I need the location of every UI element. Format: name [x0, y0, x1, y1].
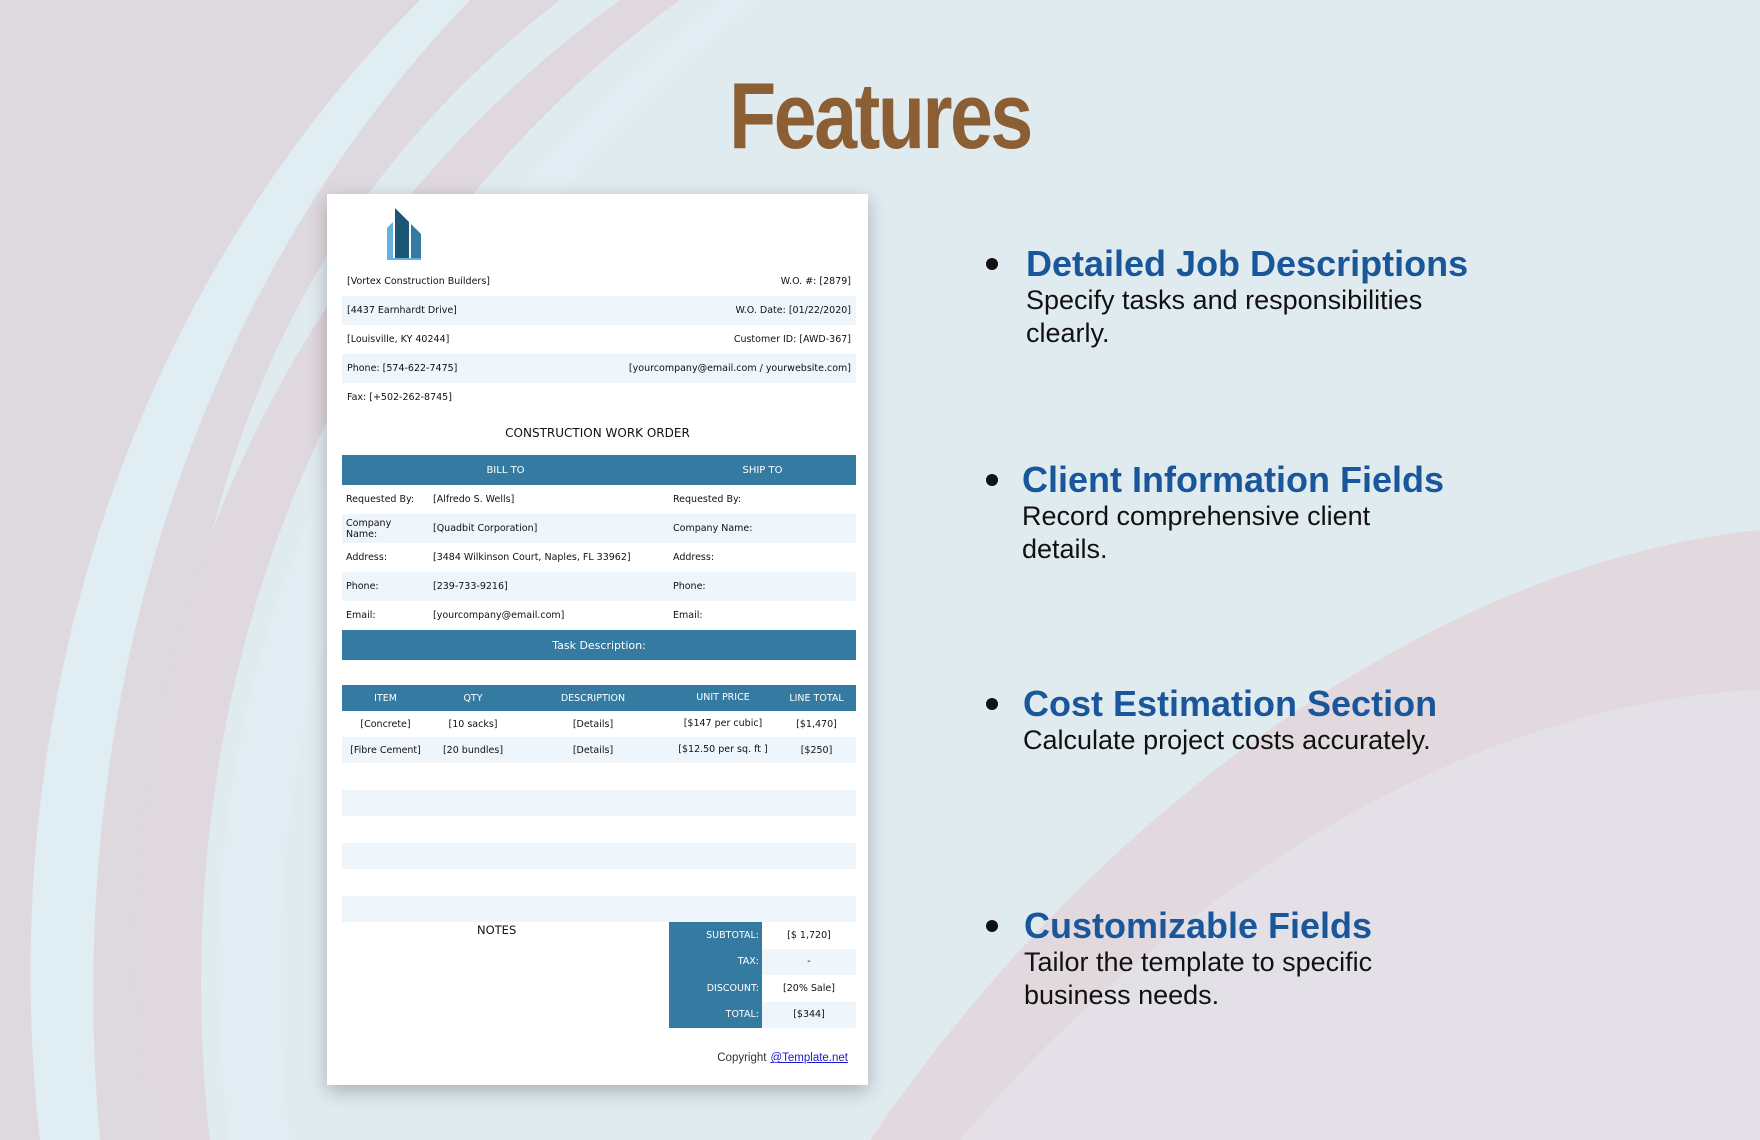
table-cell: [$1,470]	[796, 718, 837, 730]
feature-title: Customizable Fields	[1024, 905, 1373, 946]
totals-label: SUBTOTAL:	[669, 922, 762, 949]
company-street: [4437 Earnhardt Drive]	[347, 305, 457, 316]
column-header: QTY	[463, 692, 483, 704]
empty-table-row	[342, 896, 856, 922]
header-row: [Vortex Construction Builders] W.O. #: […	[342, 267, 856, 296]
feature-description: Calculate project costs accurately.	[1023, 725, 1431, 755]
info-value: [Alfredo S. Wells]	[433, 494, 515, 505]
table-row: [Fibre Cement] [20 bundles] [Details] [$…	[342, 737, 856, 763]
column-header: DESCRIPTION	[560, 692, 626, 704]
company-phone: Phone: [574-622-7475]	[347, 363, 458, 374]
ship-label: Address:	[673, 552, 715, 563]
table-cell: [$147 per cubic]	[683, 718, 763, 729]
ship-to-label: SHIP TO	[742, 464, 783, 476]
bullet-icon	[986, 698, 998, 710]
bullet-icon	[986, 474, 998, 486]
feature-item: Cost Estimation Section Calculate projec…	[986, 683, 1503, 757]
totals-row: DISCOUNT: [20% Sale]	[669, 975, 856, 1002]
info-row: Email: [yourcompany@email.com] Email:	[342, 601, 856, 630]
header-row: [Louisville, KY 40244] Customer ID: [AWD…	[342, 325, 856, 354]
feature-item: Detailed Job Descriptions Specify tasks …	[986, 243, 1469, 350]
info-value: [239-733-9216]	[433, 581, 508, 592]
totals-row: SUBTOTAL: [$ 1,720]	[669, 922, 856, 949]
column-header: ITEM	[374, 692, 397, 704]
task-description-header: Task Description:	[342, 630, 856, 660]
table-cell: [Details]	[572, 718, 614, 730]
copyright-label: Copyright	[717, 1052, 767, 1064]
company-fax: Fax: [+502-262-8745]	[347, 392, 452, 403]
info-row: Phone: [239-733-9216] Phone:	[342, 572, 856, 601]
template-net-link[interactable]: @Template.net	[770, 1052, 848, 1064]
info-row: Address: [3484 Wilkinson Court, Naples, …	[342, 543, 856, 572]
info-label: Company Name:	[346, 517, 392, 540]
work-order-document: [Vortex Construction Builders] W.O. #: […	[327, 194, 868, 1085]
totals-row: TOTAL: [$344]	[669, 1001, 856, 1028]
totals-value: [$344]	[762, 1001, 856, 1028]
header-row: Phone: [574-622-7475] [yourcompany@email…	[342, 354, 856, 383]
feature-item: Customizable Fields Tailor the template …	[986, 905, 1424, 1012]
customer-id: Customer ID: [AWD-367]	[733, 334, 851, 345]
empty-table-row	[342, 843, 856, 869]
table-cell: [10 sacks]	[448, 718, 498, 730]
feature-description: Record comprehensive client details.	[1022, 501, 1371, 564]
table-row: [Concrete] [10 sacks] [Details] [$147 pe…	[342, 711, 856, 737]
ship-label: Company Name:	[673, 523, 753, 534]
items-table-header: ITEM QTY DESCRIPTION UNIT PRICE LINE TOT…	[342, 685, 856, 711]
company-email-website: [yourcompany@email.com / yourwebsite.com…	[628, 363, 851, 374]
table-cell: [Fibre Cement]	[350, 744, 421, 756]
feature-description: Specify tasks and responsibilities clear…	[1026, 285, 1423, 348]
document-title: CONSTRUCTION WORK ORDER	[505, 426, 690, 440]
feature-item: Client Information Fields Record compreh…	[986, 459, 1452, 566]
table-cell: [$250]	[800, 744, 833, 756]
totals-value: -	[762, 948, 856, 975]
info-label: Phone:	[346, 581, 379, 592]
page-title: Features	[729, 63, 1033, 168]
totals-table: SUBTOTAL: [$ 1,720] TAX: - DISCOUNT: [20…	[669, 922, 856, 1028]
info-row: Requested By: [Alfredo S. Wells] Request…	[342, 485, 856, 514]
company-city: [Louisville, KY 40244]	[347, 334, 450, 345]
info-value: [yourcompany@email.com]	[433, 610, 565, 621]
ship-label: Email:	[673, 610, 703, 621]
table-cell: [20 bundles]	[442, 744, 504, 756]
feature-description: Tailor the template to specific business…	[1024, 947, 1373, 1010]
header-row: Fax: [+502-262-8745]	[342, 383, 856, 412]
totals-value: [20% Sale]	[783, 982, 835, 994]
empty-table-row	[342, 790, 856, 816]
bill-to-label: BILL TO	[486, 464, 525, 476]
feature-title: Cost Estimation Section	[1023, 683, 1438, 724]
totals-label: TAX:	[669, 948, 762, 975]
totals-label: DISCOUNT:	[669, 975, 762, 1002]
feature-title: Client Information Fields	[1022, 459, 1445, 500]
info-row: Company Name: [Quadbit Corporation] Comp…	[342, 514, 856, 543]
feature-title: Detailed Job Descriptions	[1026, 243, 1469, 284]
info-label: Email:	[346, 610, 376, 621]
info-value: [3484 Wilkinson Court, Naples, FL 33962]	[433, 552, 631, 563]
bullet-icon	[986, 920, 998, 932]
company-name: [Vortex Construction Builders]	[347, 276, 490, 287]
totals-row: TAX: -	[669, 948, 856, 975]
header-row: [4437 Earnhardt Drive] W.O. Date: [01/22…	[342, 296, 856, 325]
totals-value: [$ 1,720]	[787, 929, 831, 941]
building-logo-icon	[387, 208, 421, 260]
info-label: Address:	[346, 552, 388, 563]
table-cell: [Concrete]	[360, 718, 411, 730]
totals-label: TOTAL:	[669, 1001, 762, 1028]
wo-number: W.O. #: [2879]	[780, 276, 851, 287]
bullet-icon	[986, 258, 998, 270]
ship-label: Phone:	[673, 581, 706, 592]
table-cell: [$12.50 per sq. ft ]	[678, 744, 768, 755]
info-value: [Quadbit Corporation]	[433, 523, 538, 534]
column-header: LINE TOTAL	[789, 692, 844, 704]
bill-ship-header: BILL TO SHIP TO	[342, 455, 856, 485]
notes-label: NOTES	[477, 923, 517, 937]
ship-label: Requested By:	[673, 494, 742, 505]
wo-date: W.O. Date: [01/22/2020]	[735, 305, 851, 316]
table-cell: [Details]	[572, 744, 614, 756]
background-decoration	[0, 0, 1760, 1140]
info-label: Requested By:	[346, 494, 415, 505]
copyright: Copyright @Template.net	[717, 1052, 848, 1064]
column-header: UNIT PRICE	[696, 692, 750, 703]
